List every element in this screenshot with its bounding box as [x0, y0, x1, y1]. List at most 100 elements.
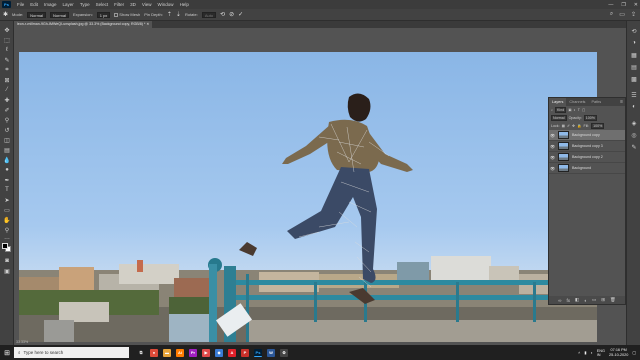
new-layer-icon[interactable]: ⊞	[601, 297, 605, 303]
mode-select[interactable]: Normal	[27, 11, 47, 18]
adjustment-layer-icon[interactable]: ◐	[584, 298, 587, 303]
patterns-panel-icon[interactable]: ▩	[630, 75, 638, 83]
illustrator-icon[interactable]: Ai	[176, 348, 184, 357]
adjustments-panel-icon[interactable]: ◐	[630, 103, 638, 111]
close-icon[interactable]: ✕	[634, 2, 638, 8]
filter-adjust-icon[interactable]: ◐	[574, 108, 576, 112]
tray-chevron-icon[interactable]: ˄	[578, 351, 580, 355]
tab-paths[interactable]: Paths	[588, 98, 604, 106]
filter-shape-icon[interactable]: ▢	[582, 108, 585, 112]
swatches-panel-icon[interactable]: ▦	[630, 51, 638, 59]
layer-background-copy-2[interactable]: 👁 Background copy 2	[549, 152, 625, 163]
puppet-warp-tool-icon[interactable]: ✱	[3, 12, 8, 18]
quick-mask-icon[interactable]: ◙	[3, 257, 11, 265]
history-brush-tool-icon[interactable]: ↺	[3, 126, 11, 134]
fill-input[interactable]: 100%	[591, 123, 605, 129]
more-tools-icon[interactable]: …	[3, 234, 11, 242]
crop-tool-icon[interactable]: ⌗	[3, 66, 11, 74]
maximize-icon[interactable]: ❐	[621, 2, 625, 8]
move-tool-icon[interactable]: ✥	[3, 26, 11, 34]
pen-tool-icon[interactable]: ✒	[3, 176, 11, 184]
menu-image[interactable]: Image	[41, 2, 60, 7]
show-mesh-toggle[interactable]: Show Mesh	[114, 12, 140, 17]
clock[interactable]: 07:16 PM 25-10-2020	[609, 348, 628, 357]
add-mask-icon[interactable]: ◧	[575, 297, 579, 303]
opacity-input[interactable]: 100%	[583, 115, 597, 121]
tab-layers[interactable]: Layers	[549, 98, 567, 106]
delete-layer-icon[interactable]: 🗑	[610, 297, 616, 303]
media-icon[interactable]: ▶	[202, 348, 210, 357]
file-explorer-icon[interactable]: ▬	[163, 348, 171, 357]
menu-select[interactable]: Select	[93, 2, 112, 7]
commit-check-icon[interactable]: ✓	[238, 12, 243, 18]
lasso-tool-icon[interactable]: ℓ	[3, 46, 11, 54]
hand-tool-icon[interactable]: ✋	[3, 216, 11, 224]
menu-help[interactable]: Help	[177, 2, 192, 7]
blend-mode-select[interactable]: Normal	[551, 115, 567, 121]
panel-menu-icon[interactable]: ≡	[620, 98, 623, 106]
link-layers-icon[interactable]: ∞	[558, 298, 561, 303]
lock-all-icon[interactable]: 🔒	[577, 124, 581, 128]
tab-channels[interactable]: Channels	[566, 98, 588, 106]
type-tool-icon[interactable]: T	[3, 186, 11, 194]
layer-background-copy[interactable]: 👁 Background copy	[549, 130, 625, 141]
clone-stamp-tool-icon[interactable]: ⚲	[3, 116, 11, 124]
brush-tool-icon[interactable]: ✐	[3, 106, 11, 114]
remove-pins-icon[interactable]: ⟲	[220, 12, 225, 18]
lock-position-icon[interactable]: ✥	[572, 124, 575, 128]
share-icon[interactable]: ⇪	[631, 11, 636, 18]
close-tab-icon[interactable]: ✕	[146, 22, 149, 26]
layer-background[interactable]: 👁 Background	[549, 163, 625, 174]
dodge-tool-icon[interactable]: ●	[3, 166, 11, 174]
premiere-icon[interactable]: Pr	[189, 348, 197, 357]
healing-brush-tool-icon[interactable]: ✚	[3, 96, 11, 104]
zoom-tool-icon[interactable]: ⚲	[3, 226, 11, 234]
menu-filter[interactable]: Filter	[111, 2, 127, 7]
layers-panel-icon[interactable]: ◈	[630, 119, 638, 127]
density-select[interactable]: Normal	[50, 11, 69, 18]
windows-start-icon[interactable]: ⊞	[0, 345, 14, 360]
properties-panel-icon[interactable]: ☰	[630, 91, 638, 99]
search-icon[interactable]: ⌕	[610, 11, 613, 18]
new-group-icon[interactable]: ▭	[592, 297, 596, 303]
expansion-input[interactable]: 1 px	[96, 11, 111, 18]
document-canvas[interactable]	[19, 52, 597, 342]
menu-view[interactable]: View	[139, 2, 155, 7]
rectangle-tool-icon[interactable]: ▭	[3, 206, 11, 214]
channels-panel-icon[interactable]: ◎	[630, 131, 638, 139]
history-panel-icon[interactable]: ⟲	[630, 27, 638, 35]
lock-pixels-icon[interactable]: ✐	[567, 124, 570, 128]
app-icon[interactable]: ◆	[215, 348, 223, 357]
frame-tool-icon[interactable]: ⊠	[3, 76, 11, 84]
word-icon[interactable]: W	[267, 348, 275, 357]
volume-icon[interactable]: ◖	[590, 351, 592, 355]
pin-forward-icon[interactable]: ⇡	[167, 12, 172, 18]
document-tab[interactable]: leon-r-millman-9Gh-IMWeQI-unsplash.jpg @…	[14, 21, 153, 28]
cancel-icon[interactable]: ⊘	[229, 12, 234, 18]
screen-mode-icon[interactable]: ▣	[3, 267, 11, 275]
blur-tool-icon[interactable]: 💧	[3, 156, 11, 164]
office-icon[interactable]: P	[241, 348, 249, 357]
quick-select-tool-icon[interactable]: ✎	[3, 56, 11, 64]
eyedropper-tool-icon[interactable]: ⁄	[3, 86, 11, 94]
visibility-eye-icon[interactable]: 👁	[549, 155, 556, 160]
photoshop-taskbar-icon[interactable]: Ps	[254, 348, 262, 357]
menu-file[interactable]: File	[14, 2, 27, 7]
pin-backward-icon[interactable]: ⇣	[176, 12, 181, 18]
notifications-icon[interactable]: ▢	[632, 350, 636, 355]
settings-icon[interactable]: ⚙	[280, 348, 288, 357]
path-select-tool-icon[interactable]: ➤	[3, 196, 11, 204]
paths-panel-icon[interactable]: ✎	[630, 143, 638, 151]
marquee-tool-icon[interactable]: ⬚	[3, 36, 11, 44]
lock-transparency-icon[interactable]: ▦	[562, 124, 565, 128]
minimize-icon[interactable]: —	[608, 2, 613, 8]
rotate-select[interactable]: Auto	[201, 11, 217, 18]
workspace-icon[interactable]: ▭	[619, 11, 625, 18]
visibility-eye-icon[interactable]: 👁	[549, 133, 556, 138]
gradient-tool-icon[interactable]: ▤	[3, 146, 11, 154]
visibility-eye-icon[interactable]: 👁	[549, 144, 556, 149]
task-view-icon[interactable]: ⧉	[137, 349, 145, 357]
menu-edit[interactable]: Edit	[27, 2, 41, 7]
layer-style-icon[interactable]: fx	[566, 298, 570, 303]
taskbar-search-box[interactable]: ⌕ Type here to search	[14, 347, 129, 358]
